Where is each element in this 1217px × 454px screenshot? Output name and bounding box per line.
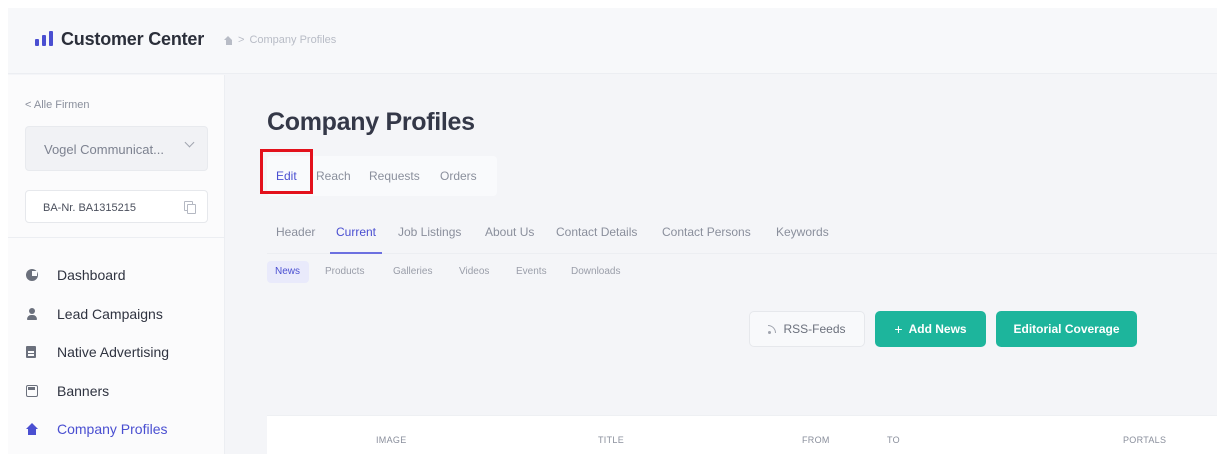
add-news-label: Add News [908, 322, 967, 336]
sidebar-divider [8, 237, 224, 238]
sidebar-item-banners[interactable]: Banners [8, 372, 224, 411]
tab-header[interactable]: Header [276, 225, 315, 239]
tab-requests[interactable]: Requests [369, 169, 420, 183]
subtab-videos[interactable]: Videos [459, 266, 489, 277]
chevron-down-icon [184, 137, 195, 148]
tab-keywords[interactable]: Keywords [776, 225, 829, 239]
tab-contact-persons[interactable]: Contact Persons [662, 225, 751, 239]
tab-current[interactable]: Current [336, 225, 376, 239]
ba-number-value: BA-Nr. BA1315215 [43, 202, 136, 214]
column-header-image[interactable]: IMAGE [376, 435, 407, 445]
rss-feeds-button[interactable]: RSS-Feeds [749, 311, 865, 347]
banner-icon [26, 384, 38, 397]
breadcrumb-separator: > [238, 34, 245, 46]
company-select[interactable]: Vogel Communicat... [25, 126, 208, 171]
tab-orders[interactable]: Orders [440, 169, 477, 183]
dashboard-icon [26, 269, 38, 282]
sidebar-item-label: Native Advertising [57, 344, 170, 361]
plus-icon: + [894, 321, 903, 337]
subtab-downloads[interactable]: Downloads [571, 266, 620, 277]
tab-job-listings[interactable]: Job Listings [398, 225, 461, 239]
top-bar: Customer Center > Company Profiles [8, 8, 1217, 74]
column-header-to[interactable]: TO [887, 435, 900, 445]
sidebar-nav: Dashboard Lead Campaigns Native Advertis… [8, 256, 224, 449]
company-select-value: Vogel Communicat... [44, 142, 164, 157]
sidebar-item-label: Dashboard [57, 267, 126, 284]
page-title: Company Profiles [267, 108, 475, 136]
back-to-all-companies-link[interactable]: < Alle Firmen [25, 99, 90, 111]
column-header-portals[interactable]: PORTALS [1123, 435, 1166, 445]
app-title: Customer Center [61, 29, 205, 49]
sidebar-item-company-profiles[interactable]: Company Profiles [8, 410, 224, 449]
sidebar-item-native-advertising[interactable]: Native Advertising [8, 333, 224, 372]
subtab-news[interactable]: News [275, 266, 300, 277]
editorial-coverage-button[interactable]: Editorial Coverage [996, 311, 1137, 347]
highlight-annotation [260, 149, 313, 194]
home-icon[interactable] [224, 35, 233, 45]
copy-icon[interactable] [184, 201, 196, 214]
section-tabs: Header Current Job Listings About Us Con… [267, 213, 1217, 254]
tab-about-us[interactable]: About Us [485, 225, 534, 239]
rss-feeds-label: RSS-Feeds [783, 322, 846, 336]
rss-icon [768, 324, 777, 334]
breadcrumb: > Company Profiles [224, 34, 336, 46]
news-table-header: IMAGE TITLE FROM TO PORTALS [267, 415, 1217, 454]
ba-number-field: BA-Nr. BA1315215 [25, 190, 208, 223]
column-header-title[interactable]: TITLE [598, 435, 624, 445]
subtab-galleries[interactable]: Galleries [393, 266, 432, 277]
tab-contact-details[interactable]: Contact Details [556, 225, 637, 239]
sidebar-item-label: Banners [57, 382, 110, 399]
app-window: Customer Center > Company Profiles < All… [8, 8, 1217, 454]
logo-icon [35, 31, 53, 46]
sidebar-item-label: Company Profiles [57, 421, 168, 438]
sidebar-item-lead-campaigns[interactable]: Lead Campaigns [8, 295, 224, 334]
sidebar-item-dashboard[interactable]: Dashboard [8, 256, 224, 295]
tab-reach[interactable]: Reach [316, 169, 351, 183]
user-icon [26, 307, 38, 320]
document-icon [26, 346, 36, 359]
active-tab-indicator [330, 252, 382, 254]
sidebar-item-label: Lead Campaigns [57, 305, 163, 322]
breadcrumb-current: Company Profiles [249, 34, 337, 46]
home-icon [26, 423, 38, 436]
add-news-button[interactable]: + Add News [875, 311, 986, 347]
subtab-events[interactable]: Events [516, 266, 547, 277]
subtab-products[interactable]: Products [325, 266, 364, 277]
column-header-from[interactable]: FROM [802, 435, 830, 445]
sidebar: < Alle Firmen Vogel Communicat... BA-Nr.… [8, 75, 225, 454]
